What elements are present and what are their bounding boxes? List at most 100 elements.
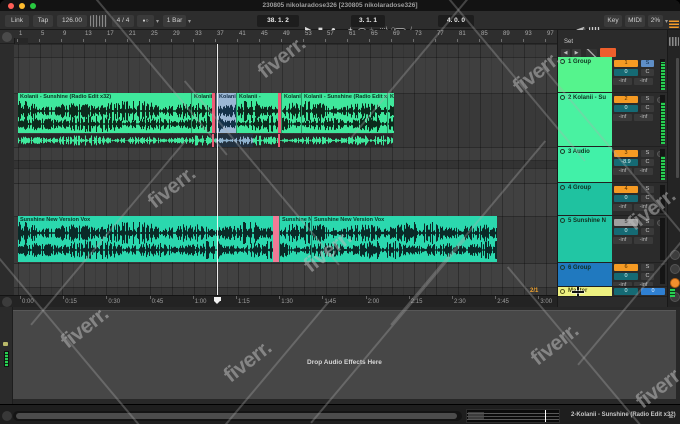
send-b-field[interactable]: -inf xyxy=(634,204,653,211)
track-fold-icon[interactable] xyxy=(560,218,565,223)
audio-clip[interactable]: Kolanii xyxy=(281,93,301,133)
track-activator[interactable]: 3 xyxy=(614,150,638,157)
next-marker-button[interactable]: ▶ xyxy=(572,49,581,57)
track-activator[interactable]: 5 xyxy=(614,219,638,226)
track-activator[interactable]: 4 xyxy=(614,186,638,193)
track-activator[interactable]: 6 xyxy=(614,264,638,271)
midi-map-button[interactable]: MIDI xyxy=(625,15,645,27)
audio-clip[interactable]: Kolanii - xyxy=(236,93,278,133)
audio-clip[interactable]: Sunshine New Version Vox xyxy=(311,216,497,262)
audio-clip[interactable]: Sunshine Ne xyxy=(279,216,311,262)
loop-length-display[interactable]: 4. 0. 0 xyxy=(438,15,474,27)
vertical-scrollbar[interactable] xyxy=(676,58,679,178)
audio-clip[interactable]: Kolanii xyxy=(191,93,212,133)
send-b-field[interactable]: -inf xyxy=(634,237,653,244)
volume-field[interactable]: 0 xyxy=(614,273,638,280)
pan-field[interactable]: C xyxy=(641,159,654,166)
solo-button[interactable]: S xyxy=(641,186,654,193)
time-signature-field[interactable]: 4 / 4 xyxy=(112,15,134,27)
warp-marker[interactable] xyxy=(212,134,214,147)
audio-clip[interactable]: Kolanii xyxy=(216,93,236,133)
master-volume-field[interactable]: 0 xyxy=(614,288,638,295)
quantize-dropdown-icon[interactable]: ▾ xyxy=(188,18,191,25)
time-ruler[interactable]: 0:00 0:15 0:30 0:45 1:00 1:15 1:30 1:45 2:00 2:15… xyxy=(0,295,557,307)
track-fold-icon[interactable] xyxy=(560,149,565,154)
mixer-section-toggle-icon[interactable] xyxy=(669,37,679,46)
track-color-label[interactable]: 4 Group xyxy=(558,183,612,215)
pan-field[interactable]: C xyxy=(641,105,654,112)
track-color-label[interactable]: 6 Group xyxy=(558,263,612,286)
volume-field[interactable]: 0 xyxy=(614,228,638,235)
audio-clip[interactable]: Kolanii - Sunshine (Radio Edit x32) xyxy=(301,93,387,133)
track-fold-icon[interactable] xyxy=(560,265,565,270)
send-b-field[interactable]: -inf xyxy=(634,168,653,175)
optimize-view-button[interactable] xyxy=(670,278,680,288)
zoom-in-button[interactable] xyxy=(670,264,680,274)
track-color-label[interactable]: 2 Kolanii - Su xyxy=(558,93,612,146)
warp-marker[interactable] xyxy=(278,134,280,147)
pan-field[interactable]: C xyxy=(641,228,654,235)
pan-field[interactable]: C xyxy=(641,273,654,280)
beat-time-ruler[interactable]: 1 5 9 13 17 21 25 29 33 37 41 45 49 53 57 61 65 69 73 77 81 8… xyxy=(0,30,557,44)
volume-field[interactable]: 0 xyxy=(614,105,638,112)
tap-tempo-button[interactable]: Tap xyxy=(33,15,53,27)
prev-marker-button[interactable]: ◀ xyxy=(561,49,570,57)
audio-clip[interactable]: Kolanii - Sunshine (Radio Edit x32) xyxy=(18,93,191,133)
send-b-field[interactable]: -inf xyxy=(634,114,653,121)
send-a-field[interactable]: -inf xyxy=(613,204,632,211)
device-drop-zone[interactable]: Drop Audio Effects Here xyxy=(13,310,676,399)
track-color-label[interactable]: 1 Group xyxy=(558,57,612,92)
track-fold-icon[interactable] xyxy=(560,59,565,64)
volume-field[interactable]: 0 xyxy=(614,195,638,202)
metronome-dropdown-icon[interactable]: ▾ xyxy=(156,18,159,25)
solo-button[interactable]: S xyxy=(641,96,654,103)
io-section-toggle-icon[interactable] xyxy=(669,19,679,28)
nudge-down-icon[interactable] xyxy=(90,15,98,27)
track-header[interactable]: 6 Group 6 S 0 C -inf -inf xyxy=(558,263,667,287)
sub-lane-selection[interactable] xyxy=(216,134,253,147)
resize-corner-icon[interactable]: ▲ xyxy=(667,411,675,420)
send-b-field[interactable]: -inf xyxy=(634,78,653,85)
master-pan-field[interactable]: 0 xyxy=(641,288,665,295)
master-track-header[interactable]: Master 0 0 xyxy=(558,287,667,297)
horizontal-scrollbar[interactable] xyxy=(13,411,462,421)
track-activator[interactable]: 1 xyxy=(614,60,638,67)
audio-clip[interactable]: K xyxy=(387,93,394,133)
pan-field[interactable]: C xyxy=(641,195,654,202)
loop-start-display[interactable]: 3. 1. 1 xyxy=(351,15,385,27)
warp-marker[interactable] xyxy=(273,216,279,262)
crossfade-icon[interactable] xyxy=(586,49,597,57)
track-header[interactable]: 1 Group 1 S 0 C -inf -inf xyxy=(558,57,667,93)
nudge-up-icon[interactable] xyxy=(99,15,107,27)
solo-button[interactable]: S xyxy=(641,150,654,157)
send-a-field[interactable]: -inf xyxy=(613,114,632,121)
cpu-meter[interactable]: 2% xyxy=(648,15,663,27)
audio-clip[interactable]: Sunshine New Version Vox xyxy=(18,216,273,262)
time-ruler-menu-button[interactable] xyxy=(2,297,12,307)
quantize-menu[interactable]: 1 Bar xyxy=(163,15,186,27)
arrangement-overview[interactable] xyxy=(466,409,560,423)
key-map-button[interactable]: Key xyxy=(604,15,622,27)
master-track-label[interactable]: Master xyxy=(558,287,612,296)
track-fold-icon[interactable] xyxy=(560,95,565,100)
warp-marker[interactable] xyxy=(278,93,281,133)
send-a-field[interactable]: -inf xyxy=(613,168,632,175)
tempo-field[interactable]: 126.00 xyxy=(57,15,87,27)
link-button[interactable]: Link xyxy=(5,15,29,27)
arrangement-grid[interactable]: Kolanii - Sunshine (Radio Edit x32) Kolan… xyxy=(0,44,557,295)
track-fold-icon[interactable] xyxy=(560,288,565,294)
back-to-arrangement-button[interactable] xyxy=(2,31,12,42)
solo-button[interactable]: S xyxy=(641,264,654,271)
track-color-label[interactable]: 3 Audio xyxy=(558,147,612,182)
volume-field[interactable]: -8.9 xyxy=(614,159,638,166)
pan-field[interactable]: C xyxy=(641,69,654,76)
metronome-toggle[interactable]: ●○ xyxy=(137,15,154,27)
solo-button[interactable]: S xyxy=(641,219,654,226)
arrangement-record-button[interactable] xyxy=(600,48,616,57)
volume-field[interactable]: 0 xyxy=(614,69,638,76)
track-color-label[interactable]: 5 Sunshine N xyxy=(558,216,612,262)
warp-marker[interactable] xyxy=(212,93,215,133)
cpu-dropdown-icon[interactable]: ▾ xyxy=(665,18,668,25)
zoom-out-button[interactable] xyxy=(670,250,680,260)
horizontal-scrollbar-thumb[interactable] xyxy=(16,413,457,419)
